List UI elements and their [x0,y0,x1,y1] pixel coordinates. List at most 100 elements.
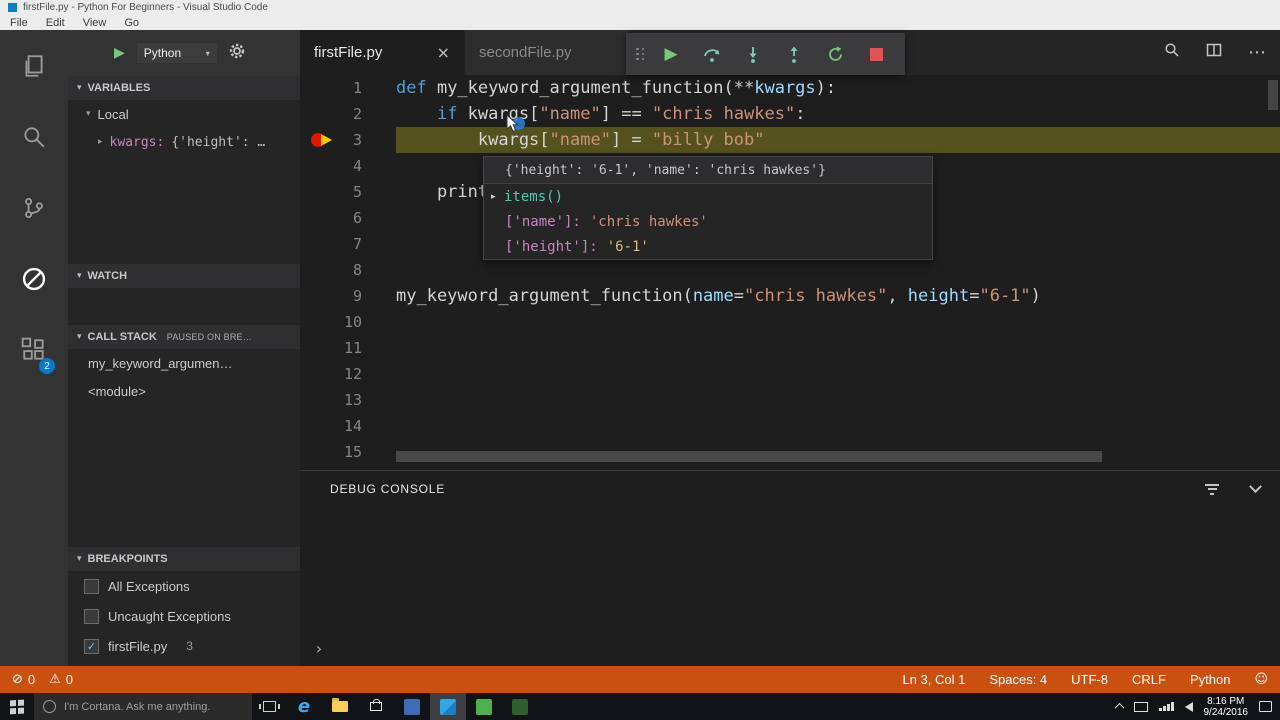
search-icon[interactable] [0,101,68,172]
checkbox[interactable] [84,608,99,624]
drag-handle-icon[interactable] [636,47,645,61]
line-number: 15 [343,443,362,461]
taskbar-store[interactable] [358,693,394,720]
extensions-icon[interactable]: 2 [0,314,68,385]
close-icon[interactable]: × [437,43,450,62]
tab-debug-console[interactable]: DEBUG CONSOLE [330,482,445,496]
hover-name-row[interactable]: ['name']: 'chris hawkes' [484,209,932,234]
indentation[interactable]: Spaces: 4 [989,672,1047,687]
variable-kwargs[interactable]: ▸ kwargs: {'height': … [68,128,300,156]
restart-button[interactable] [815,33,856,75]
breakpoints-section-header[interactable]: ▾ BREAKPOINTS [68,547,300,571]
store-bag-icon [370,699,382,711]
chevron-icon: ▾ [77,83,82,93]
code-line-3[interactable]: 3 kwargs["name"] = "billy bob" [300,127,1280,153]
expander-icon[interactable]: ▸ [491,192,504,202]
source-control-icon[interactable] [0,172,68,243]
code-line-13[interactable]: 13 [300,387,1280,413]
variables-section-title: VARIABLES [87,82,151,94]
tab-firstFile.py[interactable]: firstFile.py × [300,30,465,75]
breakpoint-label: Uncaught Exceptions [108,608,231,624]
filter-icon[interactable] [1205,483,1219,495]
code-line-12[interactable]: 12 [300,361,1280,387]
display-icon[interactable] [1134,701,1148,712]
console-input-prompt[interactable]: › [314,639,324,658]
continue-button[interactable]: ▶ [651,33,692,75]
menu-file[interactable]: File [10,17,28,29]
problems-errors[interactable]: ⊘ 0 [12,672,35,687]
checkbox[interactable] [84,578,99,594]
line-number: 9 [352,287,362,305]
split-editor-icon[interactable] [1206,42,1222,63]
feedback-smiley-icon[interactable]: ☺ [1254,672,1268,687]
task-view-button[interactable] [252,693,286,720]
problems-warnings[interactable]: ⚠ 0 [49,672,73,687]
taskbar-file-explorer[interactable] [322,693,358,720]
call-stack-frame[interactable]: <module> [68,377,300,405]
menu-view[interactable]: View [83,17,107,29]
eol-sequence[interactable]: CRLF [1132,672,1166,687]
line-number: 13 [343,391,362,409]
vertical-scrollbar[interactable] [1268,80,1278,110]
collapse-panel-icon[interactable] [1249,479,1262,493]
code-editor[interactable]: 1 def my_keyword_argument_function(**kwar… [300,75,1280,470]
menu-edit[interactable]: Edit [46,17,65,29]
hover-key: ['name']: [505,213,581,230]
variables-section-header[interactable]: ▾ VARIABLES [68,76,300,100]
stop-button[interactable] [856,33,897,75]
breakpoint-row[interactable]: All Exceptions [68,571,300,601]
line-number: 1 [352,79,362,97]
start-button[interactable] [0,693,34,720]
step-over-button[interactable] [692,33,733,75]
search-editor-icon[interactable] [1164,42,1180,63]
call-stack-frame[interactable]: my_keyword_argumen… [68,349,300,377]
tab-strip: firstFile.py × secondFile.py [300,30,630,75]
code-line-10[interactable]: 10 [300,309,1280,335]
network-icon[interactable] [1159,702,1174,711]
code-text: my_keyword_argument_function(name="chris… [396,286,1041,306]
code-line-9[interactable]: 9 my_keyword_argument_function(name="chri… [300,283,1280,309]
code-line-14[interactable]: 14 [300,413,1280,439]
configure-gear-icon[interactable] [229,43,245,64]
launch-config-dropdown[interactable]: Python ▾ [135,42,218,64]
cortana-search[interactable]: I'm Cortana. Ask me anything. [34,693,252,720]
code-line-1[interactable]: 1 def my_keyword_argument_function(**kwar… [300,75,1280,101]
breakpoints-body: All Exceptions Uncaught Exceptions ✓ firstF… [68,571,300,666]
volume-icon[interactable] [1184,701,1193,712]
hover-items-row[interactable]: ▸ items() [484,184,932,209]
start-debug-button[interactable]: ▶ [114,45,125,61]
breakpoint-row[interactable]: ✓ firstFile.py 3 [68,631,300,661]
action-center-icon[interactable] [1259,701,1272,712]
encoding[interactable]: UTF-8 [1071,672,1108,687]
taskbar-app[interactable] [466,693,502,720]
breakpoint-row[interactable]: Uncaught Exceptions [68,601,300,631]
taskbar-edge[interactable]: e [286,693,322,720]
checkbox[interactable]: ✓ [84,638,99,654]
chevron-icon: ▾ [86,109,91,119]
chevron-down-icon: ▾ [205,48,210,58]
cursor-position[interactable]: Ln 3, Col 1 [902,672,965,687]
taskbar-app[interactable] [394,693,430,720]
code-line-2[interactable]: 2 if kwargs["name"] == "chris hawkes": [300,101,1280,127]
code-line-11[interactable]: 11 [300,335,1280,361]
taskbar-vscode[interactable] [430,693,466,720]
cortana-icon [43,700,56,713]
vscode-taskbar-icon [440,698,456,715]
horizontal-scrollbar[interactable] [396,451,1102,462]
explorer-icon[interactable] [0,30,68,101]
step-into-button[interactable] [733,33,774,75]
taskbar-clock[interactable]: 8:16 PM 9/24/2016 [1204,696,1249,718]
more-actions-icon[interactable]: ⋯ [1248,43,1266,61]
show-hidden-icons-chevron[interactable] [1114,702,1125,713]
tab-secondFile.py[interactable]: secondFile.py [465,30,630,75]
scope-local[interactable]: ▾ Local [68,100,300,128]
call-stack-section-header[interactable]: ▾ CALL STACK PAUSED ON BRE… [68,325,300,349]
menu-go[interactable]: Go [124,17,139,29]
watch-section-header[interactable]: ▾ WATCH [68,264,300,288]
hover-height-row[interactable]: ['height']: '6-1' [484,234,932,259]
language-mode[interactable]: Python [1190,672,1230,687]
code-line-8[interactable]: 8 [300,257,1280,283]
step-out-button[interactable] [774,33,815,75]
taskbar-app[interactable] [502,693,538,720]
debug-icon[interactable] [0,243,68,314]
